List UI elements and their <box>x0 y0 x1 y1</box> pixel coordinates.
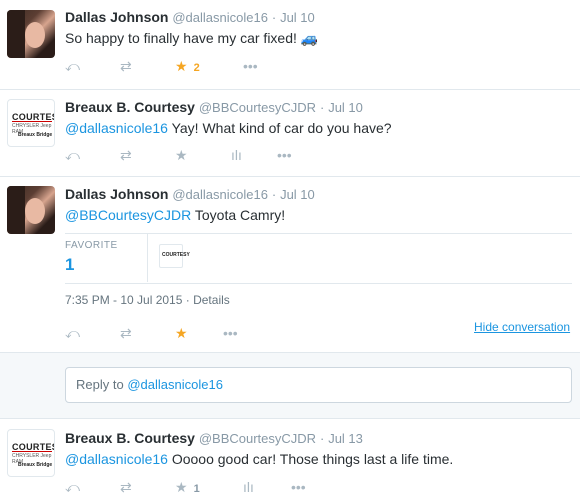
reply-icon[interactable]: ⤺ <box>65 323 80 343</box>
author-name[interactable]: Dallas Johnson <box>65 186 168 202</box>
reply-prefix: Reply to <box>76 377 124 392</box>
reply-icon[interactable]: ⤺ <box>65 56 80 76</box>
stats-label: FAVORITE <box>65 240 118 251</box>
author-handle[interactable]: @BBCourtesyCJDR <box>199 100 316 115</box>
stats-vertical-divider <box>147 234 148 282</box>
favorite-stat-count[interactable]: 1 <box>65 255 74 275</box>
reply-input[interactable]: Reply to @dallasnicole16 <box>65 367 572 403</box>
author-line: Breaux B. Courtesy @BBCourtesyCJDR · Jul… <box>65 430 363 446</box>
retweet-icon[interactable]: ⇄ <box>120 323 132 343</box>
tweet-text: @BBCourtesyCJDR Toyota Camry! <box>65 207 285 223</box>
favorite-count: 1 <box>193 483 200 495</box>
avatar-hair <box>7 10 25 58</box>
logo-location: Breaux Bridge <box>18 462 53 468</box>
tweet-4[interactable]: COURTESY CHRYSLER Jeep RAM Breaux Bridge… <box>0 419 580 502</box>
divider <box>0 352 580 353</box>
retweet-icon[interactable]: ⇄ <box>120 477 132 497</box>
favorite-button[interactable]: ★ 2 <box>175 56 200 78</box>
favorite-button[interactable]: ★ 1 <box>175 477 200 499</box>
logo-divider <box>12 121 52 122</box>
more-icon[interactable]: ••• <box>277 145 292 165</box>
author-name[interactable]: Breaux B. Courtesy <box>65 99 195 115</box>
avatar-hair <box>7 186 25 234</box>
avatar-face <box>25 198 45 224</box>
mention-link[interactable]: @dallasnicole16 <box>65 451 168 467</box>
avatar[interactable] <box>7 186 55 234</box>
tweet-body: Ooooo good car! Those things last a life… <box>171 451 454 467</box>
retweet-icon[interactable]: ⇄ <box>120 56 132 76</box>
timestamp-separator: · <box>185 293 190 307</box>
author-handle[interactable]: @dallasnicole16 <box>172 187 268 202</box>
star-icon: ★ <box>175 479 188 495</box>
date-separator: · <box>271 187 277 202</box>
analytics-icon[interactable]: ılı <box>231 145 242 165</box>
reply-icon[interactable]: ⤺ <box>65 477 80 497</box>
date-separator: · <box>319 431 325 446</box>
more-icon[interactable]: ••• <box>223 323 238 343</box>
tweet-1[interactable]: Dallas Johnson @dallasnicole16 · Jul 10 … <box>0 0 580 82</box>
more-icon[interactable]: ••• <box>243 56 258 76</box>
author-line: Breaux B. Courtesy @BBCourtesyCJDR · Jul… <box>65 99 363 115</box>
favoriter-logo-text: COURTESY <box>162 252 190 258</box>
tweet-date[interactable]: Jul 13 <box>328 431 363 446</box>
author-line: Dallas Johnson @dallasnicole16 · Jul 10 <box>65 9 315 25</box>
reply-mention: @dallasnicole16 <box>127 377 223 392</box>
hide-conversation-link[interactable]: Hide conversation <box>474 320 570 334</box>
author-name[interactable]: Dallas Johnson <box>65 9 168 25</box>
star-icon[interactable]: ★ <box>175 145 188 165</box>
reply-icon[interactable]: ⤺ <box>65 145 80 165</box>
favoriter-avatar[interactable]: COURTESY <box>159 244 190 268</box>
star-icon[interactable]: ★ <box>175 323 188 343</box>
avatar[interactable]: COURTESY CHRYSLER Jeep RAM Breaux Bridge <box>7 99 55 147</box>
tweet-text: @dallasnicole16 Yay! What kind of car do… <box>65 120 392 136</box>
avatar-face <box>25 22 45 48</box>
star-icon: ★ <box>175 58 188 74</box>
avatar[interactable]: COURTESY CHRYSLER Jeep RAM Breaux Bridge <box>7 429 55 477</box>
mention-link[interactable]: @dallasnicole16 <box>65 120 168 136</box>
author-handle[interactable]: @BBCourtesyCJDR <box>199 431 316 446</box>
author-name[interactable]: Breaux B. Courtesy <box>65 430 195 446</box>
date-separator: · <box>271 10 277 25</box>
mention-link[interactable]: @BBCourtesyCJDR <box>65 207 191 223</box>
tweet-date[interactable]: Jul 10 <box>328 100 363 115</box>
more-icon[interactable]: ••• <box>291 477 306 497</box>
tweet-text: So happy to finally have my car fixed! 🚙 <box>65 30 319 46</box>
favorite-count: 2 <box>193 62 200 74</box>
details-link[interactable]: Details <box>193 293 230 307</box>
timestamp-text[interactable]: 7:35 PM - 10 Jul 2015 <box>65 293 182 307</box>
logo-location: Breaux Bridge <box>18 132 53 138</box>
tweet-date[interactable]: Jul 10 <box>280 187 315 202</box>
author-handle[interactable]: @dallasnicole16 <box>172 10 268 25</box>
avatar[interactable] <box>7 10 55 58</box>
retweet-icon[interactable]: ⇄ <box>120 145 132 165</box>
tweet-text: @dallasnicole16 Ooooo good car! Those th… <box>65 451 453 467</box>
tweet-body: Toyota Camry! <box>194 207 286 223</box>
analytics-icon[interactable]: ılı <box>243 477 254 497</box>
tweet-body: Yay! What kind of car do you have? <box>171 120 392 136</box>
author-line: Dallas Johnson @dallasnicole16 · Jul 10 <box>65 186 315 202</box>
tweet-timestamp: 7:35 PM - 10 Jul 2015 · Details <box>65 293 230 307</box>
tweet-date[interactable]: Jul 10 <box>280 10 315 25</box>
tweet-2[interactable]: COURTESY CHRYSLER Jeep RAM Breaux Bridge… <box>0 90 580 174</box>
stats-bottom-divider <box>65 283 572 284</box>
logo-divider <box>12 451 52 452</box>
date-separator: · <box>319 100 325 115</box>
stats-top-divider <box>65 233 572 234</box>
